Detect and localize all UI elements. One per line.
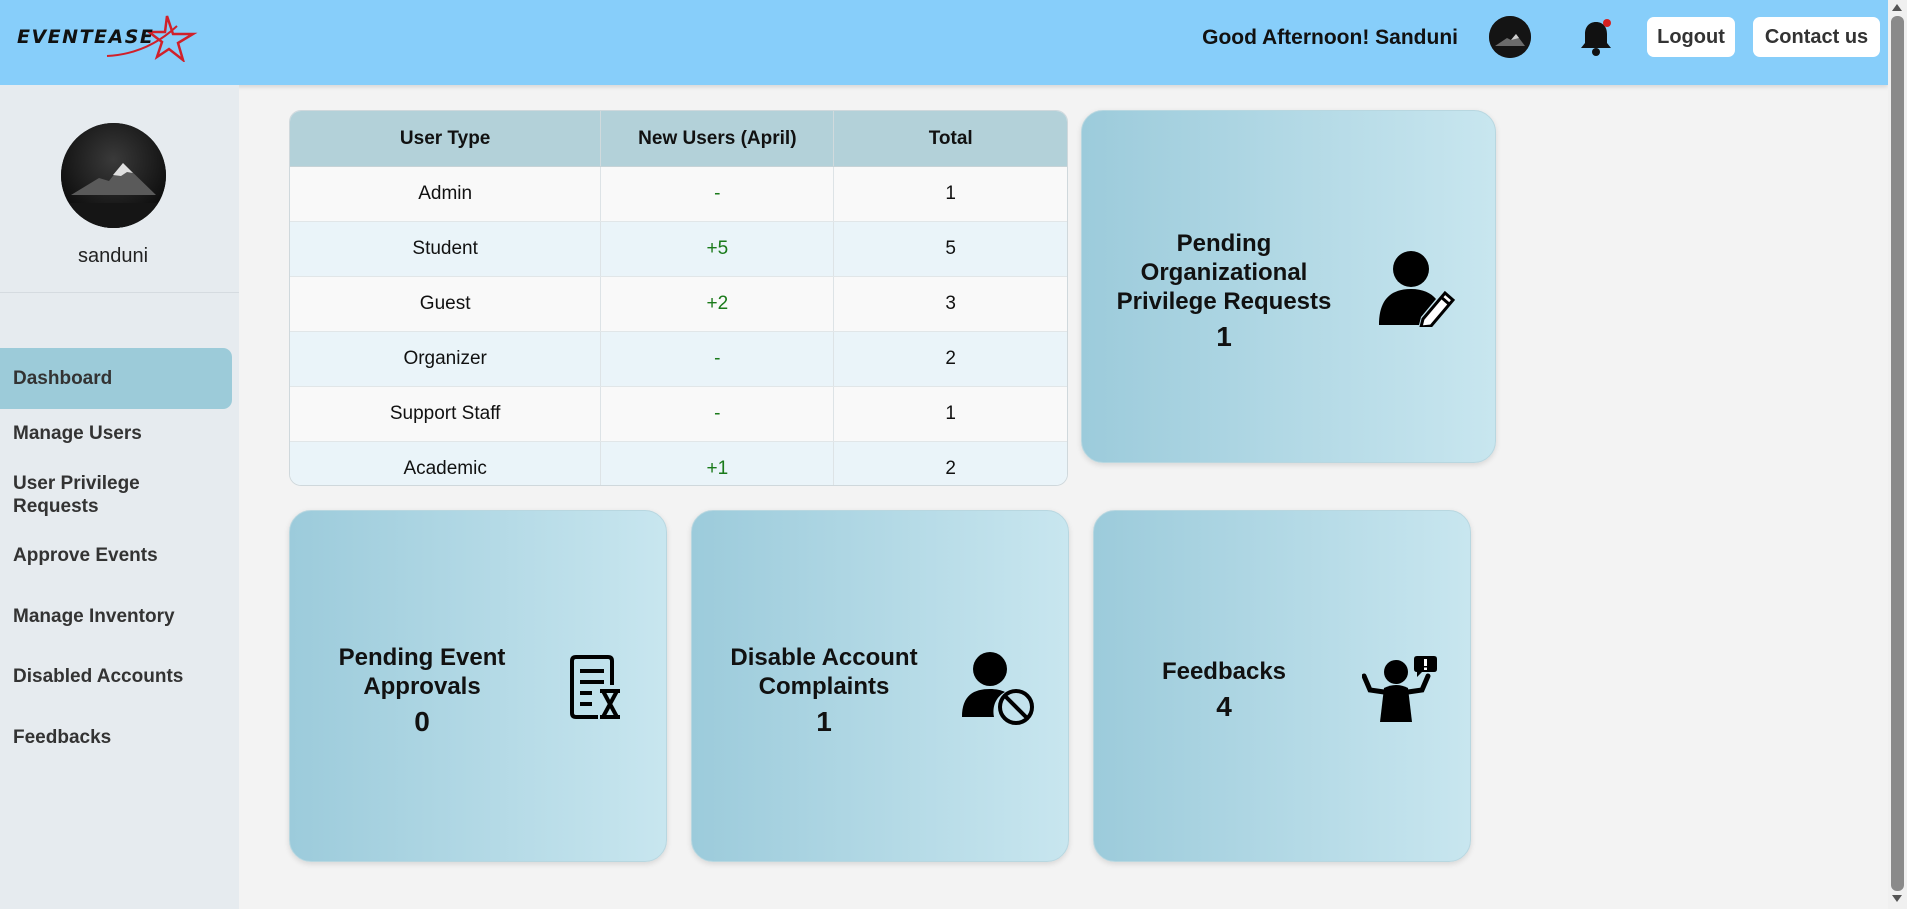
mountain-avatar-icon bbox=[61, 123, 166, 228]
sidebar-item-label: Manage Inventory bbox=[13, 606, 175, 627]
page-scrollbar[interactable] bbox=[1888, 0, 1907, 909]
column-header: Total bbox=[833, 111, 1067, 167]
total-cell: 3 bbox=[833, 276, 1067, 332]
column-header: User Type bbox=[290, 111, 602, 167]
column-header: New Users (April) bbox=[600, 111, 835, 167]
card-title: Feedbacks bbox=[1161, 658, 1287, 685]
user-type-cell: Admin bbox=[290, 166, 602, 222]
feedback-person-icon bbox=[1362, 656, 1437, 722]
sidebar-item-disabled-accounts[interactable]: Disabled Accounts bbox=[0, 665, 232, 688]
logout-button[interactable]: Logout bbox=[1647, 17, 1735, 57]
scroll-up-arrow-icon[interactable] bbox=[1892, 4, 1902, 11]
user-type-cell: Organizer bbox=[290, 331, 602, 387]
new-users-cell: - bbox=[600, 166, 835, 222]
new-users-cell: - bbox=[600, 331, 835, 387]
card-title: Pending Organizational Privilege Request… bbox=[1116, 230, 1332, 315]
card-value: 1 bbox=[1216, 321, 1232, 352]
table-row: Student +5 5 bbox=[290, 221, 1067, 277]
sidebar-item-label: Approve Events bbox=[13, 545, 158, 566]
eventease-logo[interactable]: EVENTEASE bbox=[17, 12, 207, 62]
sidebar-divider bbox=[0, 292, 239, 293]
sidebar-item-dashboard[interactable]: Dashboard bbox=[0, 348, 232, 409]
sidebar: sanduni Dashboard Manage Users User Priv… bbox=[0, 85, 239, 909]
new-users-cell: +5 bbox=[600, 221, 835, 277]
logo-text: EVENTEASE bbox=[17, 26, 155, 48]
user-type-cell: Student bbox=[290, 221, 602, 277]
new-users-cell: +1 bbox=[600, 441, 835, 485]
feedbacks-card[interactable]: Feedbacks 4 bbox=[1093, 510, 1471, 862]
card-value: 1 bbox=[816, 706, 832, 737]
sidebar-item-label: Feedbacks bbox=[13, 727, 112, 748]
new-users-cell: - bbox=[600, 386, 835, 442]
profile-avatar[interactable] bbox=[61, 123, 166, 228]
user-stats-table: User Type New Users (April) Total Admin … bbox=[290, 111, 1067, 485]
mountain-avatar-icon bbox=[1489, 16, 1531, 58]
header-avatar[interactable] bbox=[1489, 16, 1531, 58]
table-row: Organizer - 2 bbox=[290, 331, 1067, 387]
sidebar-username: sanduni bbox=[77, 245, 149, 267]
total-cell: 5 bbox=[833, 221, 1067, 277]
top-header: EVENTEASE Good Afternoon! Sanduni Logout… bbox=[0, 0, 1888, 85]
table-row: Academic +1 2 bbox=[290, 441, 1067, 485]
greeting-text: Good Afternoon! Sanduni bbox=[1202, 26, 1458, 49]
table-row: Admin - 1 bbox=[290, 166, 1067, 222]
sidebar-item-feedbacks[interactable]: Feedbacks bbox=[0, 726, 232, 749]
sidebar-item-label: Dashboard bbox=[13, 368, 113, 389]
user-type-cell: Academic bbox=[290, 441, 602, 485]
user-edit-icon bbox=[1379, 251, 1456, 327]
scroll-down-arrow-icon[interactable] bbox=[1892, 895, 1902, 902]
card-content: Disable Account Complaints 1 bbox=[714, 643, 934, 739]
new-users-cell: +2 bbox=[600, 276, 835, 332]
user-type-cell: Guest bbox=[290, 276, 602, 332]
user-blocked-icon bbox=[962, 652, 1034, 725]
sidebar-item-user-privilege-requests[interactable]: User Privilege Requests bbox=[0, 472, 170, 518]
card-value: 0 bbox=[414, 706, 430, 737]
user-stats-table-card: User Type New Users (April) Total Admin … bbox=[289, 110, 1068, 486]
total-cell: 2 bbox=[833, 331, 1067, 387]
notification-bell-icon[interactable] bbox=[1579, 18, 1613, 58]
card-content: Pending Event Approvals 0 bbox=[312, 643, 532, 739]
privilege-requests-card[interactable]: Pending Organizational Privilege Request… bbox=[1081, 110, 1496, 463]
user-type-cell: Support Staff bbox=[290, 386, 602, 442]
contact-us-button[interactable]: Contact us bbox=[1753, 17, 1880, 57]
sidebar-item-label: User Privilege Requests bbox=[13, 473, 140, 517]
card-content: Feedbacks 4 bbox=[1134, 657, 1314, 724]
document-hourglass-icon bbox=[570, 655, 620, 719]
sidebar-item-approve-events[interactable]: Approve Events bbox=[0, 544, 232, 567]
event-approvals-card[interactable]: Pending Event Approvals 0 bbox=[289, 510, 667, 862]
card-content: Pending Organizational Privilege Request… bbox=[1104, 229, 1344, 354]
total-cell: 2 bbox=[833, 441, 1067, 485]
sidebar-item-label: Manage Users bbox=[13, 423, 142, 444]
card-value: 4 bbox=[1216, 691, 1232, 722]
table-row: Guest +2 3 bbox=[290, 276, 1067, 332]
table-header-row: User Type New Users (April) Total bbox=[290, 111, 1067, 167]
table-row: Support Staff - 1 bbox=[290, 386, 1067, 442]
sidebar-item-label: Disabled Accounts bbox=[13, 666, 184, 687]
card-title: Pending Event Approvals bbox=[338, 644, 506, 700]
total-cell: 1 bbox=[833, 386, 1067, 442]
card-title: Disable Account Complaints bbox=[730, 644, 918, 700]
disable-complaints-card[interactable]: Disable Account Complaints 1 bbox=[691, 510, 1069, 862]
sidebar-item-manage-users[interactable]: Manage Users bbox=[0, 422, 232, 445]
scrollbar-thumb[interactable] bbox=[1891, 16, 1904, 891]
sidebar-item-manage-inventory[interactable]: Manage Inventory bbox=[0, 605, 232, 628]
total-cell: 1 bbox=[833, 166, 1067, 222]
